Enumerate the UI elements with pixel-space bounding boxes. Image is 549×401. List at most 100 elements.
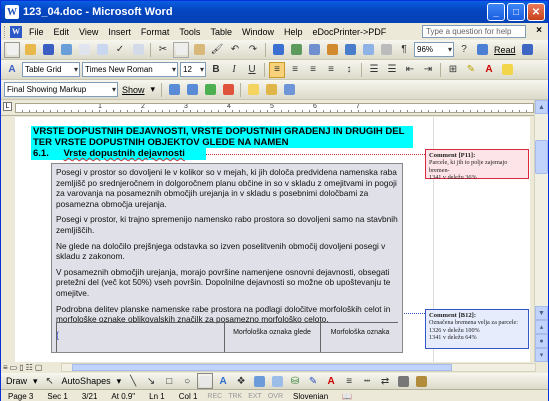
open-folder-icon[interactable] [22, 42, 38, 58]
styles-icon[interactable]: A [4, 62, 20, 78]
borders-icon[interactable]: ⊞ [445, 62, 461, 78]
menu-tools[interactable]: Tools [174, 27, 205, 37]
paste-icon[interactable] [191, 42, 207, 58]
show-dropdown-icon[interactable]: ▾ [149, 84, 158, 95]
new-document-icon[interactable] [4, 41, 20, 58]
toolbar-extra-icon[interactable] [499, 62, 515, 78]
undo-icon[interactable]: ↶ [227, 42, 243, 58]
format-painter-icon[interactable]: 🖌 [209, 42, 225, 58]
font-size-combo[interactable]: 12 [180, 62, 206, 77]
read-button[interactable]: Read [492, 45, 518, 55]
save-icon[interactable] [40, 42, 56, 58]
next-page-icon[interactable]: ▾ [535, 348, 548, 362]
rectangle-tool-icon[interactable]: □ [161, 373, 177, 389]
text-box-icon[interactable] [197, 373, 214, 389]
next-change-icon[interactable] [184, 82, 200, 98]
document-icon[interactable]: W [10, 25, 22, 38]
font-combo[interactable]: Times New Roman [82, 62, 178, 77]
decrease-indent-icon[interactable]: ⇤ [402, 62, 418, 78]
reject-change-icon[interactable] [220, 82, 236, 98]
previous-page-icon[interactable]: ▴ [535, 320, 548, 334]
arrow-tool-icon[interactable]: ↘ [143, 373, 159, 389]
drawing-icon[interactable] [360, 42, 376, 58]
status-rec[interactable]: REC [204, 393, 225, 400]
text-block[interactable]: Posegi v prostor so dovoljeni le v kolik… [51, 163, 403, 353]
diagram-icon[interactable]: ❖ [233, 373, 249, 389]
ruler-track[interactable]: 1 2 3 4 5 6 7 [15, 103, 534, 113]
print-layout-icon[interactable]: ▯ [19, 363, 23, 372]
menu-window[interactable]: Window [237, 27, 279, 37]
spelling-status-icon[interactable]: 📖 [335, 392, 359, 401]
draw-menu-button[interactable]: Draw [4, 376, 29, 386]
permission-icon[interactable] [58, 42, 74, 58]
close-document-icon[interactable]: × [536, 25, 542, 36]
scroll-down-icon[interactable]: ▼ [535, 306, 548, 320]
show-menu-button[interactable]: Show [120, 85, 147, 95]
oval-tool-icon[interactable]: ○ [179, 373, 195, 389]
print-icon[interactable] [76, 42, 92, 58]
status-ovr[interactable]: OVR [265, 393, 286, 400]
line-color-icon[interactable]: ✎ [305, 373, 321, 389]
status-trk[interactable]: TRK [225, 393, 245, 400]
insert-excel-icon[interactable] [324, 42, 340, 58]
font-color-icon[interactable]: A [481, 62, 497, 78]
menu-grip[interactable] [4, 25, 7, 38]
autoshapes-dropdown-icon[interactable]: ▾ [115, 376, 124, 387]
increase-indent-icon[interactable]: ⇥ [420, 62, 436, 78]
insert-picture-icon[interactable] [269, 373, 285, 389]
numbering-icon[interactable]: ☰ [366, 62, 382, 78]
document-map-icon[interactable] [378, 42, 394, 58]
maximize-button[interactable]: □ [507, 3, 525, 21]
menu-insert[interactable]: Insert [103, 27, 136, 37]
help-icon[interactable]: ? [456, 42, 472, 58]
insert-table-icon[interactable] [306, 42, 322, 58]
cut-icon[interactable]: ✂ [155, 42, 171, 58]
arrow-style-icon[interactable]: ⇄ [377, 373, 393, 389]
copy-icon[interactable] [173, 41, 189, 58]
previous-change-icon[interactable] [166, 82, 182, 98]
word-app-icon[interactable]: W [5, 5, 19, 19]
help-search-input[interactable]: Type a question for help [422, 25, 526, 38]
zoom-combo[interactable]: 96% [414, 42, 454, 57]
redo-icon[interactable]: ↷ [245, 42, 261, 58]
menu-format[interactable]: Format [136, 27, 175, 37]
reading-layout-icon[interactable]: ▢ [35, 363, 43, 372]
print-preview-icon[interactable] [94, 42, 110, 58]
spelling-icon[interactable]: ✓ [112, 42, 128, 58]
fill-color-icon[interactable]: ⛁ [287, 373, 303, 389]
markup-display-combo[interactable]: Final Showing Markup [4, 82, 118, 97]
italic-button[interactable]: I [226, 62, 242, 78]
draw-font-color-icon[interactable]: A [323, 373, 339, 389]
dash-style-icon[interactable]: ┅ [359, 373, 375, 389]
normal-view-icon[interactable]: ≡ [3, 363, 8, 372]
line-spacing-icon[interactable]: ↕ [341, 62, 357, 78]
select-objects-icon[interactable]: ↖ [42, 373, 58, 389]
toolbar-options-icon[interactable] [520, 42, 536, 58]
horizontal-ruler[interactable]: L 1 2 3 4 5 6 7 [1, 100, 534, 116]
menu-file[interactable]: File [24, 27, 49, 37]
menu-edocprinter[interactable]: eDocPrinter->PDF [307, 27, 391, 37]
menu-table[interactable]: Table [205, 27, 237, 37]
menu-view[interactable]: View [74, 27, 103, 37]
align-left-icon[interactable]: ≡ [269, 61, 285, 78]
outline-view-icon[interactable]: ☷ [26, 363, 33, 372]
vertical-scroll-thumb[interactable] [535, 140, 548, 174]
select-browse-object-icon[interactable]: ● [535, 334, 548, 348]
close-button[interactable]: ✕ [527, 3, 545, 21]
research-icon[interactable] [130, 42, 146, 58]
minimize-button[interactable]: _ [487, 3, 505, 21]
align-center-icon[interactable]: ≡ [287, 62, 303, 78]
style-combo[interactable]: Table Grid [22, 62, 80, 77]
tab-selector-icon[interactable]: L [3, 102, 12, 111]
line-tool-icon[interactable]: ╲ [125, 373, 141, 389]
menu-help[interactable]: Help [279, 27, 308, 37]
comment-balloon[interactable]: Comment [P11]: Parcele, ki jih to polje … [425, 149, 529, 181]
justify-icon[interactable]: ≡ [323, 62, 339, 78]
scroll-up-icon[interactable]: ▲ [535, 100, 548, 114]
clipart-icon[interactable] [251, 373, 267, 389]
morphology-table[interactable]: Morfološka oznaka glede Morfološka oznak… [56, 322, 398, 352]
reviewing-pane-icon[interactable] [281, 82, 297, 98]
horizontal-scroll-thumb[interactable] [72, 364, 452, 371]
web-layout-icon[interactable]: ▭ [10, 363, 18, 372]
shadow-style-icon[interactable] [395, 373, 411, 389]
